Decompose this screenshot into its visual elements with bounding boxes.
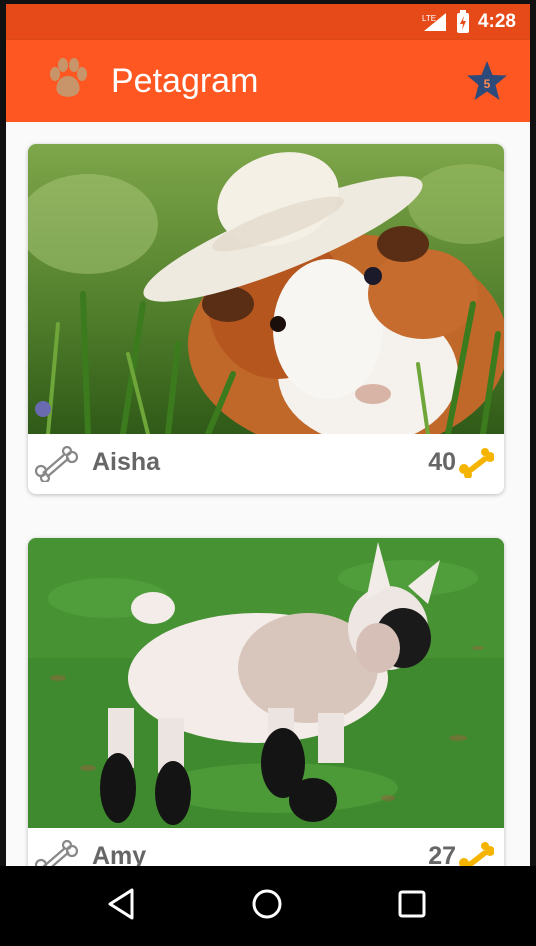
pet-card-footer: Amy 27 [28,828,504,866]
pet-card[interactable]: Aisha 40 [28,144,504,494]
bone-outline-icon[interactable] [34,446,78,482]
pet-photo-goat [28,538,504,828]
pet-list[interactable]: Aisha 40 Amy 27 [6,122,530,866]
recents-icon[interactable] [390,882,434,926]
bone-outline-icon[interactable] [34,840,78,866]
home-icon[interactable] [245,882,289,926]
network-label: LTE [422,14,436,23]
signal-icon: LTE [422,13,446,31]
pet-photo-guinea-pig [28,144,504,434]
app-bar: Petagram 5 [6,40,530,122]
pet-card-footer: Aisha 40 [28,434,504,494]
battery-icon [456,10,469,33]
pet-card[interactable]: Amy 27 [28,538,504,866]
paw-icon [50,58,87,97]
favorites-star-button[interactable]: 5 [464,58,510,104]
back-icon[interactable] [100,882,144,926]
status-time: 4:28 [477,11,516,32]
system-nav-bar [0,866,536,946]
pet-likes-count: 27 [428,842,456,866]
phone-screen: LTE 4:28 Petagram 5 Aisha 40 Amy 27 [0,0,536,946]
status-bar: LTE 4:28 [6,4,530,40]
bone-gold-icon [459,448,494,478]
pet-name: Amy [92,842,147,866]
favorites-badge: 5 [484,77,491,91]
bone-gold-icon [459,842,494,866]
app-title: Petagram [111,62,259,100]
pet-name: Aisha [92,448,161,476]
pet-likes-count: 40 [428,448,456,476]
